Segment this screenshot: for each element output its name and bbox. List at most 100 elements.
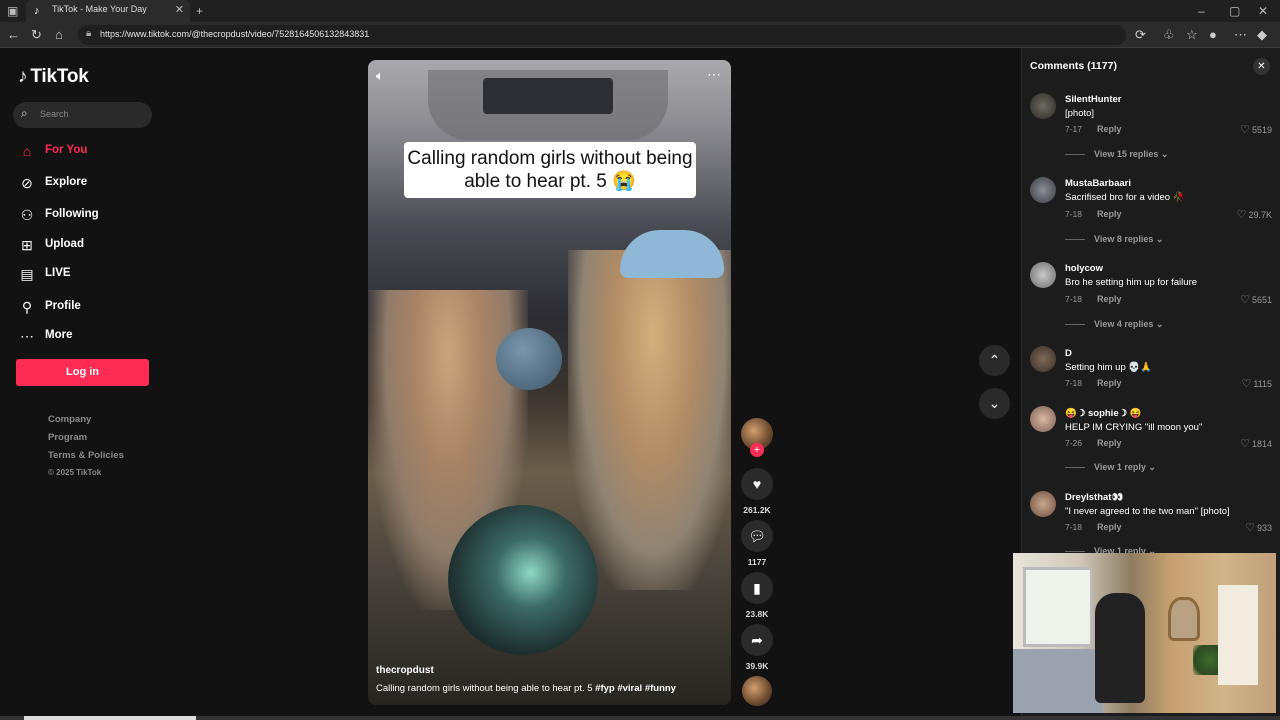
comment-username[interactable]: holycow — [1065, 263, 1103, 274]
comment-avatar[interactable] — [1030, 406, 1056, 432]
sidebar-item-following[interactable]: ⚇ Following — [18, 204, 158, 226]
video-author[interactable]: thecropdust — [376, 665, 434, 676]
comment-date: 7-18 — [1065, 294, 1083, 304]
reply-button[interactable]: Reply — [1097, 378, 1122, 388]
previous-video-button[interactable]: ⌃ — [979, 345, 1010, 376]
window-close-icon[interactable]: ✕ — [1258, 3, 1268, 19]
browser-tab[interactable]: ♪ TikTok - Make Your Day ✕ — [26, 0, 190, 22]
share-icon: ➦ — [751, 632, 763, 648]
reply-button[interactable]: Reply — [1097, 124, 1122, 134]
reply-button[interactable]: Reply — [1097, 438, 1122, 448]
search-input[interactable]: ⌕ Search — [13, 102, 152, 128]
follow-plus-icon[interactable]: + — [750, 443, 764, 457]
sidebar: ♪ TikTok ⌕ Search ⌂ For You ⊘ Explore ⚇ F… — [0, 48, 170, 720]
comment-username[interactable]: D — [1065, 348, 1072, 359]
tab-title: TikTok - Make Your Day — [52, 4, 147, 14]
back-icon[interactable]: ← — [7, 27, 20, 43]
webcam-scene — [1013, 649, 1103, 713]
view-replies-button[interactable]: View 1 reply ⌄ — [1065, 462, 1156, 473]
save-button[interactable]: ▮ — [741, 572, 773, 604]
hashtag[interactable]: #funny — [645, 683, 676, 694]
sidebar-item-for-you[interactable]: ⌂ For You — [18, 140, 158, 162]
footer-link-program[interactable]: Program — [48, 432, 87, 443]
comment-username[interactable]: 😝☽ sophie☽ 😝 — [1065, 408, 1142, 419]
search-placeholder: Search — [40, 109, 69, 119]
sidebar-item-live[interactable]: ▤ LIVE — [18, 263, 158, 285]
next-video-button[interactable]: ⌄ — [979, 388, 1010, 419]
view-replies-button[interactable]: View 4 replies ⌄ — [1065, 319, 1163, 330]
comment-like[interactable]: ♡ 5519 — [1240, 123, 1272, 136]
comment-avatar[interactable] — [1030, 93, 1056, 119]
comment-avatar[interactable] — [1030, 491, 1056, 517]
copilot-icon[interactable]: ◆ — [1257, 27, 1267, 43]
tiktok-logo[interactable]: ♪ TikTok — [18, 66, 89, 88]
settings-menu-icon[interactable]: ⋯ — [1234, 27, 1247, 43]
browser-menu-icon[interactable]: ▣ — [7, 3, 18, 19]
share-button[interactable]: ➦ — [741, 624, 773, 656]
video-scene — [620, 230, 724, 278]
hashtag[interactable]: #viral — [617, 683, 642, 694]
url-bar[interactable]: 🔒︎ https://www.tiktok.com/@thecropdust/v… — [78, 25, 1126, 45]
sidebar-item-profile[interactable]: ⚲ Profile — [18, 296, 158, 318]
comment-like[interactable]: ♡ 29.7K — [1237, 208, 1272, 221]
tiktok-favicon-icon: ♪ — [34, 5, 40, 17]
reply-button[interactable]: Reply — [1097, 522, 1122, 532]
footer-link-company[interactable]: Company — [48, 414, 91, 425]
footer-link-terms[interactable]: Terms & Policies — [48, 450, 124, 461]
comment-like-count: 5519 — [1251, 125, 1272, 135]
shield-icon[interactable]: ♧ — [1163, 27, 1175, 43]
refresh-icon[interactable]: ↻ — [31, 27, 42, 43]
volume-icon[interactable]: 🔈︎ — [376, 68, 384, 84]
comment-username[interactable]: MustaBarbaari — [1065, 178, 1131, 189]
reply-button[interactable]: Reply — [1097, 294, 1122, 304]
close-comments-button[interactable]: ✕ — [1253, 58, 1270, 75]
sidebar-item-upload[interactable]: ⊞ Upload — [18, 234, 158, 256]
reply-button[interactable]: Reply — [1097, 209, 1122, 219]
url-text: https://www.tiktok.com/@thecropdust/vide… — [100, 29, 370, 39]
site-info-icon[interactable]: 🔒︎ — [86, 28, 91, 39]
comment-button[interactable]: 💬︎ — [741, 520, 773, 552]
video-player[interactable]: 🔈︎ ⋯ Calling random girls without being … — [368, 60, 731, 705]
comment-date: 7-17 — [1065, 124, 1083, 134]
maximize-icon[interactable]: ▢ — [1229, 3, 1240, 19]
comments-title: Comments (1177) — [1030, 60, 1117, 72]
video-more-icon[interactable]: ⋯ — [707, 66, 721, 83]
close-icon: ✕ — [1257, 61, 1266, 72]
view-replies-button[interactable]: View 8 replies ⌄ — [1065, 234, 1163, 245]
view-replies-label: View 4 replies — [1094, 319, 1154, 329]
hashtag[interactable]: #fyp — [595, 683, 615, 694]
new-tab-icon[interactable]: + — [196, 3, 203, 19]
like-count: 261.2K — [743, 505, 771, 515]
tab-close-icon[interactable]: ✕ — [175, 3, 184, 16]
music-disc-avatar[interactable] — [742, 676, 772, 706]
profile-browser-icon[interactable]: ● — [1209, 27, 1217, 43]
like-button[interactable]: ♥ — [741, 468, 773, 500]
divider — [1065, 239, 1085, 241]
view-replies-button[interactable]: View 15 replies ⌄ — [1065, 149, 1168, 160]
comment-like[interactable]: ♡ 1115 — [1241, 377, 1272, 390]
comment-avatar[interactable] — [1030, 177, 1056, 203]
sidebar-item-label: Following — [45, 208, 99, 220]
comment-username[interactable]: DreyIsthat👀 — [1065, 492, 1123, 503]
extensions-icon[interactable]: ⟳ — [1135, 27, 1146, 43]
login-button[interactable]: Log in — [16, 359, 149, 386]
home-browser-icon[interactable]: ⌂ — [55, 27, 63, 43]
comment-like[interactable]: ♡ 933 — [1245, 521, 1272, 534]
comment-avatar[interactable] — [1030, 262, 1056, 288]
divider — [1065, 467, 1085, 469]
favorites-icon[interactable]: ☆ — [1186, 27, 1198, 43]
view-replies-label: View 8 replies — [1094, 234, 1154, 244]
comment-avatar[interactable] — [1030, 346, 1056, 372]
following-icon: ⚇ — [20, 207, 34, 223]
minimize-icon[interactable]: – — [1198, 3, 1205, 19]
sidebar-item-more[interactable]: ⋯ More — [18, 325, 158, 347]
webcam-scene — [1023, 567, 1093, 647]
comment-username[interactable]: SilentHunter — [1065, 94, 1121, 105]
divider — [1065, 324, 1085, 326]
sidebar-item-explore[interactable]: ⊘ Explore — [18, 172, 158, 194]
comment-text: [photo] — [1065, 108, 1095, 119]
comment-date: 7-18 — [1065, 522, 1083, 532]
comment-like[interactable]: ♡ 5651 — [1240, 293, 1272, 306]
logo-text: TikTok — [30, 66, 89, 87]
comment-like[interactable]: ♡ 1814 — [1240, 437, 1272, 450]
